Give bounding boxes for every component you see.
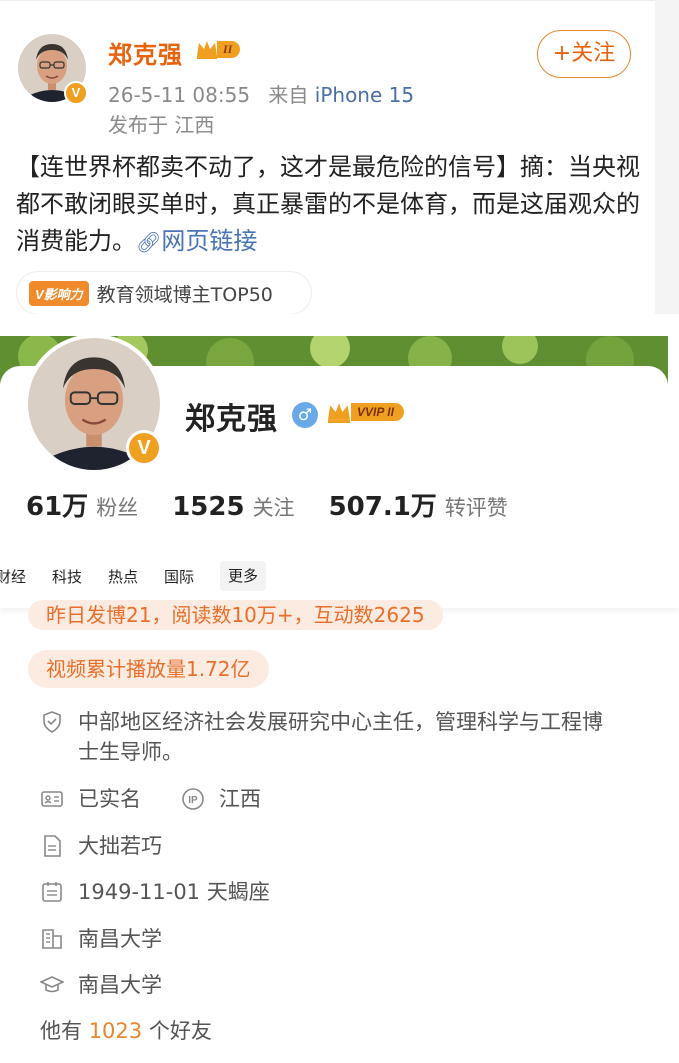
influence-chip[interactable]: V影响力 教育领域博主TOP50 <box>16 271 312 315</box>
friends-prefix: 他有 <box>40 1019 82 1043</box>
company-row: 南昌大学 <box>40 924 162 954</box>
yesterday-stats-pill: 昨日发博21，阅读数10万+，互动数2625 <box>28 600 443 630</box>
post-body-text: 【连世界杯都卖不动了，这才是最危险的信号】摘：当央视都不敢闭眼买单时，真正暴雷的… <box>16 153 640 255</box>
document-icon <box>44 835 61 857</box>
influence-text: 教育领域博主TOP50 <box>96 283 273 306</box>
ip-location: 江西 <box>219 787 261 811</box>
real-name-label: 已实名 <box>78 787 141 811</box>
profile-name: 郑克强 <box>185 402 278 437</box>
engagement-label: 转评赞 <box>444 496 508 520</box>
web-link[interactable]: 🔗︎网页链接 <box>136 227 257 255</box>
bio-text: 中部地区经济社会发展研究中心主任，管理科学与工程博士生导师。 <box>78 710 603 764</box>
followers-count: 61万 <box>26 492 89 522</box>
motto-text: 大拙若巧 <box>78 834 162 858</box>
category-nav: 财经 科技 热点 国际 更多 <box>0 546 679 608</box>
friends-suffix: 个好友 <box>148 1019 212 1043</box>
web-link-label: 网页链接 <box>161 227 258 255</box>
vvip-level-label: VVIP II <box>351 403 404 421</box>
calendar-icon <box>42 882 62 902</box>
verified-badge-icon: V <box>64 81 88 105</box>
nav-item-hot[interactable]: 热点 <box>108 566 138 587</box>
link-icon: 🔗︎ <box>136 230 162 254</box>
post-author-name[interactable]: 郑克强 <box>108 35 183 70</box>
nav-item-finance[interactable]: 财经 <box>0 566 26 587</box>
influence-badge: V影响力 <box>29 280 89 306</box>
company-text[interactable]: 南昌大学 <box>78 924 162 954</box>
ip-icon: IP <box>182 788 204 810</box>
vip-crown-icon: II <box>196 39 241 59</box>
nav-item-tech[interactable]: 科技 <box>52 566 82 587</box>
post-meta: 26-5-11 08:55 来自 iPhone 15 <box>108 79 414 108</box>
post-source-prefix: 来自 <box>268 83 309 107</box>
following-count: 1525 <box>172 492 245 522</box>
male-icon: ♂ <box>292 402 318 428</box>
building-icon <box>42 929 62 949</box>
video-plays-pill: 视频累计播放量1.72亿 <box>28 650 269 688</box>
nav-item-international[interactable]: 国际 <box>164 566 194 587</box>
page-gutter <box>655 0 679 314</box>
following-label: 关注 <box>252 496 295 520</box>
section-gap <box>0 314 679 336</box>
identity-row: 已实名 IP 江西 <box>40 784 261 814</box>
following-stat[interactable]: 1525 关注 <box>172 492 294 522</box>
post-location: 发布于 江西 <box>108 113 215 137</box>
engagement-stat[interactable]: 507.1万 转评赞 <box>329 486 508 523</box>
school-text[interactable]: 南昌大学 <box>78 970 162 1000</box>
id-card-icon <box>41 791 63 807</box>
weibo-post-card: V 郑克强 II +关注 26-5-11 08:55 来自 iPhone 15 … <box>0 0 655 315</box>
friends-count: 1023 <box>88 1019 143 1043</box>
friends-row[interactable]: 他有 1023 个好友 <box>40 1015 212 1045</box>
motto-row: 大拙若巧 <box>40 831 162 861</box>
post-date: 26-5-11 08:55 <box>108 83 251 107</box>
nav-more-button[interactable]: 更多 <box>220 561 267 591</box>
profile-stats: 61万 粉丝 1525 关注 507.1万 转评赞 <box>26 486 542 523</box>
post-body: 【连世界杯都卖不动了，这才是最危险的信号】摘：当央视都不敢闭眼买单时，真正暴雷的… <box>16 149 646 261</box>
followers-stat[interactable]: 61万 粉丝 <box>26 486 138 523</box>
post-source-device[interactable]: iPhone 15 <box>315 83 414 107</box>
followers-label: 粉丝 <box>96 496 139 520</box>
school-row: 南昌大学 <box>40 970 162 1000</box>
bio-row: 中部地区经济社会发展研究中心主任，管理科学与工程博士生导师。 <box>40 707 620 767</box>
shield-icon <box>43 711 61 733</box>
engagement-count: 507.1万 <box>328 492 437 522</box>
svg-text:IP: IP <box>188 795 198 806</box>
vvip-crown-icon[interactable]: VVIP II <box>326 401 404 423</box>
follow-button[interactable]: +关注 <box>537 30 631 78</box>
profile-verified-badge-icon: V <box>126 430 162 466</box>
graduation-cap-icon <box>40 976 64 993</box>
birthday-row: 1949-11-01 天蝎座 <box>40 877 270 907</box>
vip-level-label: II <box>217 40 241 58</box>
birthday-text: 1949-11-01 天蝎座 <box>78 880 270 904</box>
